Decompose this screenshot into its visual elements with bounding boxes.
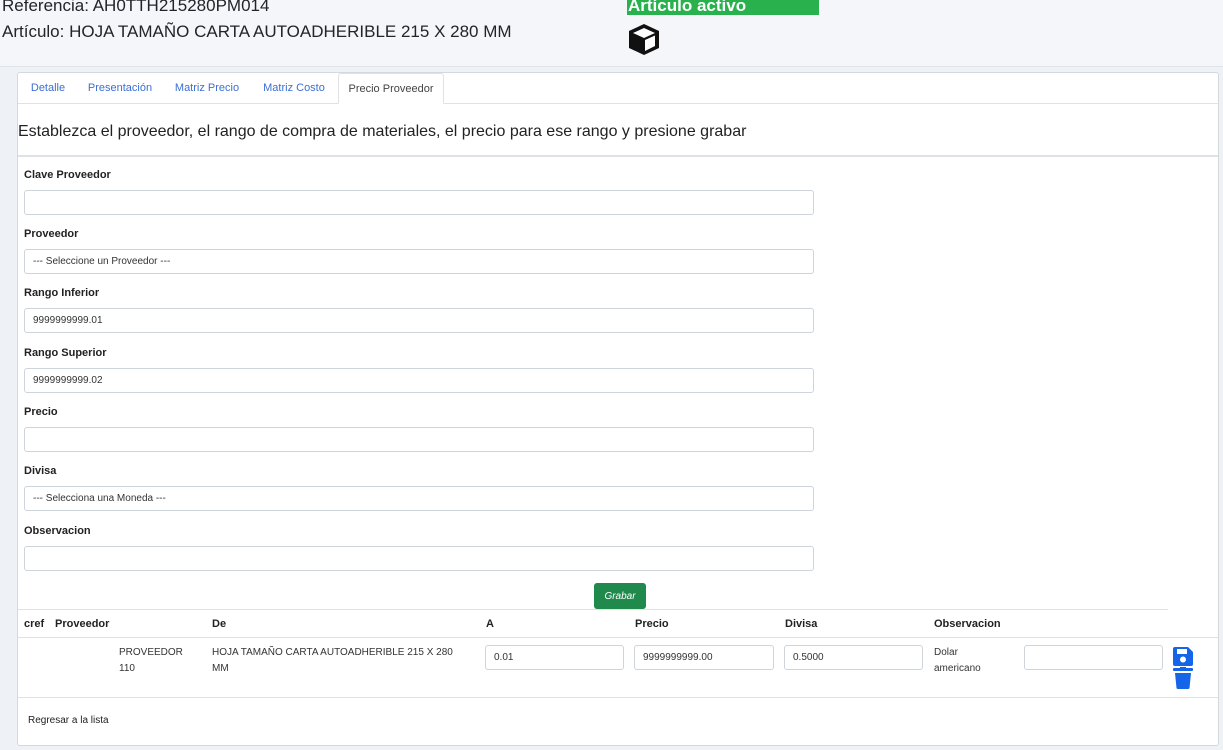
tab-matriz-costo[interactable]: Matriz Costo [252, 73, 336, 103]
back-to-list-link[interactable]: Regresar a la lista [28, 715, 109, 726]
tab-presentacion[interactable]: Presentación [78, 73, 162, 103]
precio-label: Precio [24, 406, 58, 418]
table-top-border [18, 609, 1168, 610]
rango-inferior-label: Rango Inferior [24, 287, 100, 299]
observacion-input[interactable] [24, 546, 814, 571]
proveedor-label: Proveedor [24, 228, 79, 240]
box-icon [629, 24, 659, 55]
rango-superior-label: Rango Superior [24, 347, 107, 359]
row-a-input[interactable] [485, 645, 624, 670]
precio-input[interactable] [24, 427, 814, 452]
row-observacion-input[interactable] [1024, 645, 1163, 670]
rango-superior-input[interactable] [24, 368, 814, 393]
tab-precio-proveedor[interactable]: Precio Proveedor [338, 73, 444, 104]
table-bottom-border [18, 697, 1218, 698]
floppy-disk-icon[interactable] [1173, 647, 1193, 666]
row-divisa-input[interactable] [784, 645, 923, 670]
col-header-cref: cref [24, 618, 45, 630]
article-header: Referencia: AH0TTH215280PM014 Artículo: … [0, 0, 1223, 66]
trash-icon[interactable] [1173, 667, 1193, 689]
rango-inferior-input[interactable] [24, 308, 814, 333]
header-divider [0, 66, 1223, 67]
col-header-divisa: Divisa [785, 618, 818, 630]
col-header-observacion: Observacion [934, 618, 1001, 630]
col-header-precio: Precio [635, 618, 669, 630]
divisa-select[interactable]: --- Selecciona una Moneda --- [24, 486, 814, 511]
proveedor-select[interactable]: --- Seleccione un Proveedor --- [24, 249, 814, 274]
instructions-text: Establezca el proveedor, el rango de com… [18, 123, 747, 140]
article-title: Artículo: HOJA TAMAÑO CARTA AUTOADHERIBL… [2, 22, 512, 41]
clave-proveedor-input[interactable] [24, 190, 814, 215]
tab-detalle[interactable]: Detalle [22, 73, 74, 103]
tab-bar: Detalle Presentación Matriz Precio Matri… [18, 73, 1218, 104]
col-header-proveedor: Proveedor [55, 618, 110, 630]
main-card: Detalle Presentación Matriz Precio Matri… [17, 72, 1219, 746]
row-proveedor: PROVEEDOR 110 [119, 647, 183, 674]
status-badge: Artículo activo [627, 0, 819, 15]
section-divider [18, 155, 1218, 157]
table-header-border [18, 637, 1218, 638]
col-header-de: De [212, 618, 227, 630]
row-de: HOJA TAMAÑO CARTA AUTOADHERIBLE 215 X 28… [212, 647, 453, 674]
clave-proveedor-label: Clave Proveedor [24, 169, 111, 181]
tab-matriz-precio[interactable]: Matriz Precio [166, 73, 248, 103]
reference-text: Referencia: AH0TTH215280PM014 [2, 0, 270, 15]
grabar-button[interactable]: Grabar [594, 583, 646, 609]
divisa-label: Divisa [24, 465, 57, 477]
observacion-label: Observacion [24, 525, 91, 537]
col-header-a: A [486, 618, 494, 630]
row-precio-input[interactable] [634, 645, 774, 670]
row-divisa-name: Dolar americano [934, 647, 981, 674]
